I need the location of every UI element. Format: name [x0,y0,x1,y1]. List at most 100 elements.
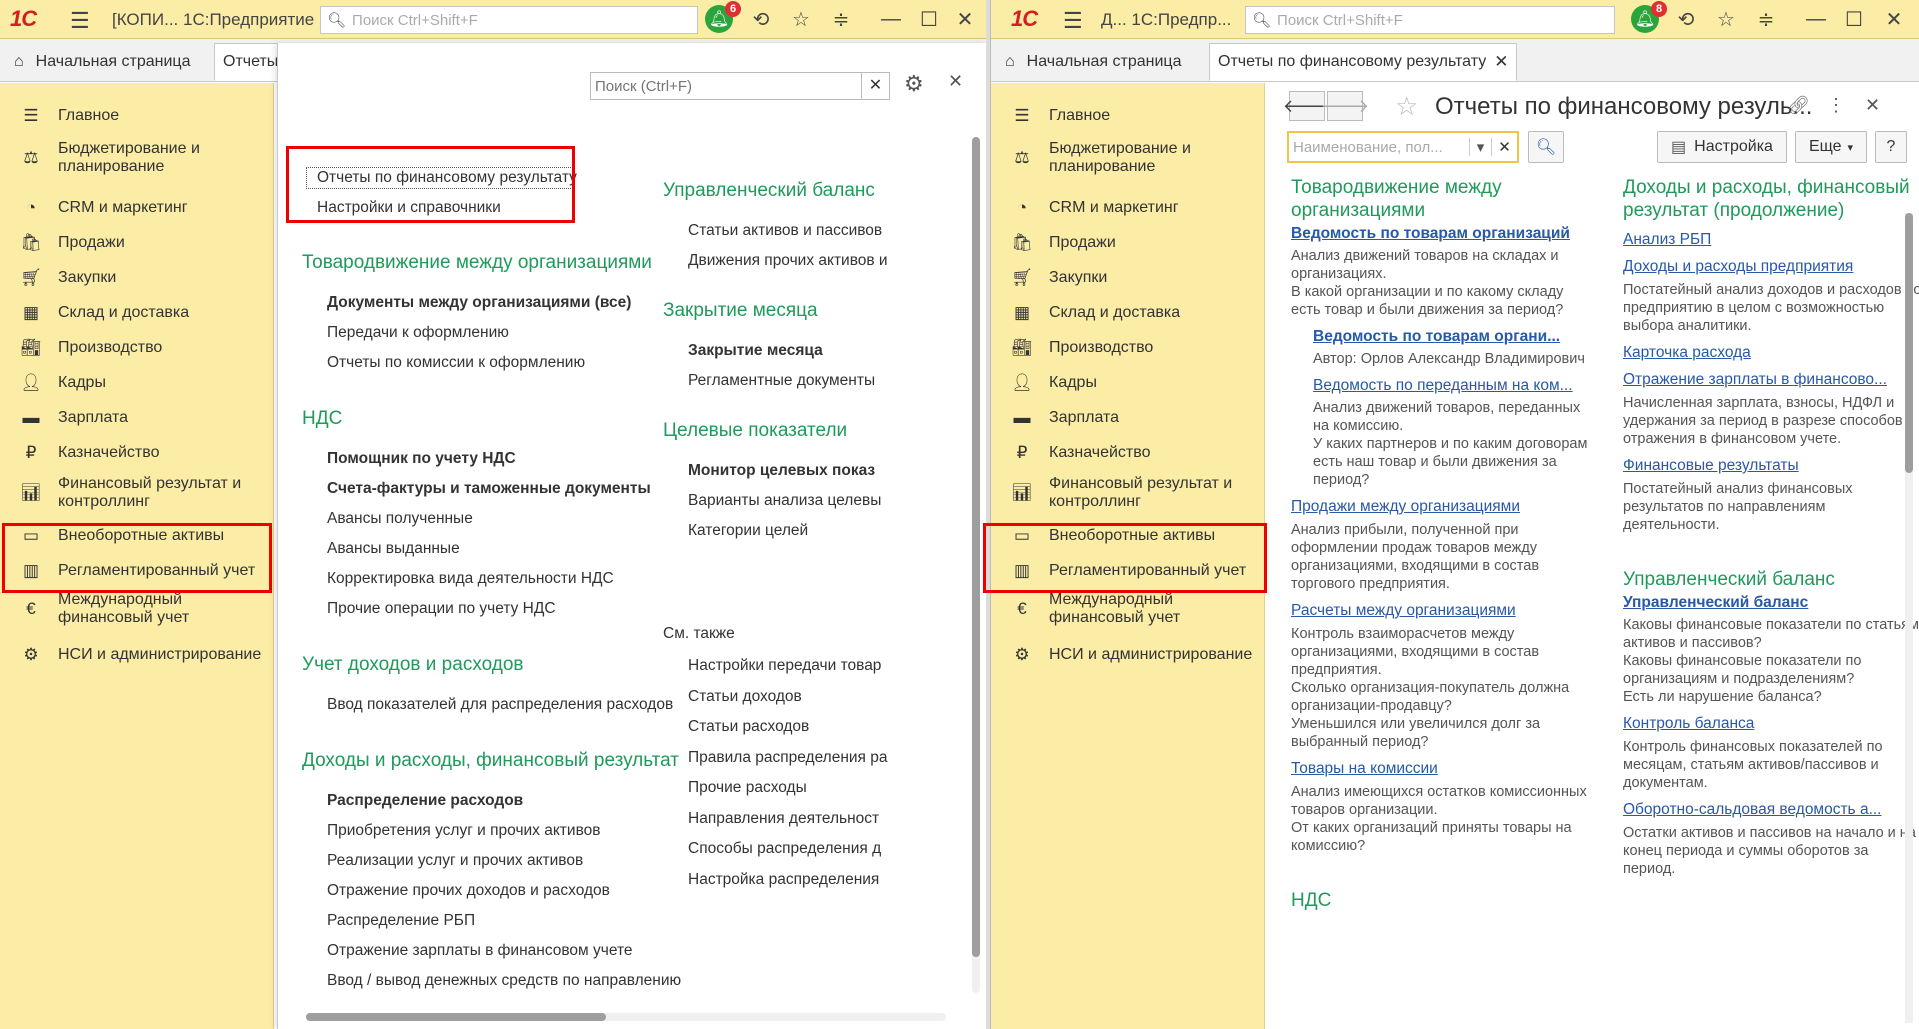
clear-icon[interactable]: ✕ [1491,138,1517,156]
maximize-icon[interactable]: ☐ [914,4,944,34]
sidebar-item-6[interactable]: 🏭︎ Производство [0,333,274,363]
sidebar-item-10[interactable]: 📊︎ Финансовый результат и контроллинг [991,473,1265,513]
favorites-star-icon[interactable]: ☆ [1711,4,1741,34]
sidebar-item-5[interactable]: ▦ Склад и доставка [991,298,1265,328]
section-link[interactable]: Ввод / вывод денежных средств по направл… [302,966,681,996]
horizontal-scrollbar[interactable] [306,1013,946,1021]
more-vertical-icon[interactable]: ⋮ [1827,95,1845,116]
report-link-financial-results[interactable]: Отчеты по финансовому результату [302,163,577,193]
section-link[interactable]: Документы между организациями (все) [302,288,681,318]
settings-button[interactable]: ▤ Настройка [1657,131,1787,163]
section-link[interactable]: Распределение расходов [302,786,681,816]
report-link[interactable]: Контроль баланса [1623,714,1919,733]
maximize-icon[interactable]: ☐ [1839,4,1869,34]
section-link[interactable]: Передачи к оформлению [302,318,681,348]
report-link[interactable]: Карточка расхода [1623,343,1919,362]
see-also-link[interactable]: Правила распределения ра [663,743,963,774]
main-menu-icon[interactable]: ☰ [70,8,90,34]
see-also-link[interactable]: Настройка распределения [663,865,963,896]
scroll-thumb[interactable] [1905,213,1913,473]
section-link[interactable]: Варианты анализа целевы [663,486,963,516]
report-link[interactable]: Управленческий баланс [1623,593,1919,612]
tools-menu-icon[interactable]: ≑ [1751,4,1781,34]
close-tab-icon[interactable]: ✕ [1494,52,1508,72]
sidebar-item-6[interactable]: 🏭︎ Производство [991,333,1265,363]
dropdown-icon[interactable]: ▾ [1469,138,1491,156]
notifications-button[interactable]: 🔔︎ 6 [705,1,741,35]
vertical-scrollbar[interactable] [1905,213,1913,1023]
tab-financial-results[interactable]: Отчеты по финансовому результату ✕ [1209,43,1518,81]
section-link[interactable]: Авансы полученные [302,504,681,534]
minimize-icon[interactable]: — [1801,4,1831,34]
section-link[interactable]: Прочие операции по учету НДС [302,594,681,624]
tab-home[interactable]: ⌂ Начальная страница [997,43,1189,81]
tab-home[interactable]: ⌂ Начальная страница [6,43,198,81]
report-link[interactable]: Отражение зарплаты в финансово... [1623,370,1919,389]
sidebar-item-12[interactable]: ▥ Регламентированный учет [0,556,274,586]
section-link[interactable]: Статьи активов и пассивов [663,216,963,246]
scroll-thumb[interactable] [972,137,980,957]
minimize-icon[interactable]: — [876,4,906,34]
form-search-input[interactable]: Наименование, пол... ▾ ✕ [1287,131,1519,163]
section-link[interactable]: Отражение прочих доходов и расходов [302,876,681,906]
section-link[interactable]: Помощник по учету НДС [302,444,681,474]
report-link[interactable]: Товары на комиссии [1291,759,1591,778]
section-link[interactable]: Реализации услуг и прочих активов [302,846,681,876]
sidebar-item-0[interactable]: ☰ Главное [0,101,274,131]
settings-link[interactable]: Настройки и справочники [302,193,577,223]
sidebar-item-2[interactable]: ◔ CRM и маркетинг [0,193,274,223]
see-also-link[interactable]: Настройки передачи товар [663,651,963,682]
back-arrow-icon[interactable]: 🡐 [1283,91,1331,121]
sidebar-item-8[interactable]: ▬ Зарплата [0,403,274,433]
section-link[interactable]: Монитор целевых показ [663,456,963,486]
sidebar-item-1[interactable]: ⚖ Бюджетирование и планирование [0,138,274,178]
section-link[interactable]: Категории целей [663,516,963,546]
history-icon[interactable]: ⟲ [1671,4,1701,34]
gear-icon[interactable]: ⚙ [904,71,924,97]
popup-search-input[interactable]: ✕ [590,72,890,100]
section-link[interactable]: Движения прочих активов и [663,246,963,276]
see-also-link[interactable]: Статьи доходов [663,682,963,713]
sidebar-item-0[interactable]: ☰ Главное [991,101,1265,131]
section-link[interactable]: Авансы выданные [302,534,681,564]
more-button[interactable]: Еще ▾ [1795,131,1867,163]
section-link[interactable]: Приобретения услуг и прочих активов [302,816,681,846]
sidebar-item-2[interactable]: ◔ CRM и маркетинг [991,193,1265,223]
help-button[interactable]: ? [1875,131,1907,163]
sidebar-item-7[interactable]: 👤︎ Кадры [991,368,1265,398]
close-icon[interactable]: ✕ [948,71,963,92]
global-search-input[interactable]: 🔍︎ Поиск Ctrl+Shift+F [320,6,698,34]
see-also-link[interactable]: Статьи расходов [663,712,963,743]
report-variant-link[interactable]: Ведомость по товарам органи... [1313,327,1591,346]
favorites-star-icon[interactable]: ☆ [786,4,816,34]
section-link[interactable]: Распределение РБП [302,906,681,936]
sidebar-item-11[interactable]: ▭ Внеоборотные активы [991,521,1265,551]
sidebar-item-13[interactable]: € Международный финансовый учет [0,589,274,629]
global-search-input[interactable]: 🔍︎ Поиск Ctrl+Shift+F [1245,6,1615,34]
search-button[interactable]: 🔍︎ [1528,131,1564,163]
tools-menu-icon[interactable]: ≑ [826,4,856,34]
report-variant-link[interactable]: Ведомость по переданным на ком... [1313,376,1591,395]
sidebar-item-4[interactable]: 🛒︎ Закупки [0,263,274,293]
sidebar-item-10[interactable]: 📊︎ Финансовый результат и контроллинг [0,473,274,513]
report-link[interactable]: Финансовые результаты [1623,456,1919,475]
sidebar-item-3[interactable]: 🛍︎ Продажи [991,228,1265,258]
sidebar-item-14[interactable]: ⚙ НСИ и администрирование [991,640,1265,670]
close-icon[interactable]: ✕ [1879,4,1909,34]
close-icon[interactable]: ✕ [1865,95,1880,116]
report-link[interactable]: Доходы и расходы предприятия [1623,257,1919,276]
sidebar-item-3[interactable]: 🛍︎ Продажи [0,228,274,258]
sidebar-item-5[interactable]: ▦ Склад и доставка [0,298,274,328]
forward-arrow-icon[interactable]: 🡒 [1321,91,1369,121]
favorite-star-icon[interactable]: ☆ [1395,91,1418,122]
scroll-thumb-horizontal[interactable] [306,1013,606,1021]
sidebar-item-11[interactable]: ▭ Внеоборотные активы [0,521,274,551]
see-also-link[interactable]: Способы распределения д [663,834,963,865]
section-link[interactable]: Регламентные документы [663,366,963,396]
report-link[interactable]: Анализ РБП [1623,230,1919,249]
sidebar-item-13[interactable]: € Международный финансовый учет [991,589,1265,629]
vertical-scrollbar[interactable] [972,137,980,993]
sidebar-item-9[interactable]: ₽ Казначейство [0,438,274,468]
section-link[interactable]: Закрытие месяца [663,336,963,366]
see-also-link[interactable]: Прочие расходы [663,773,963,804]
